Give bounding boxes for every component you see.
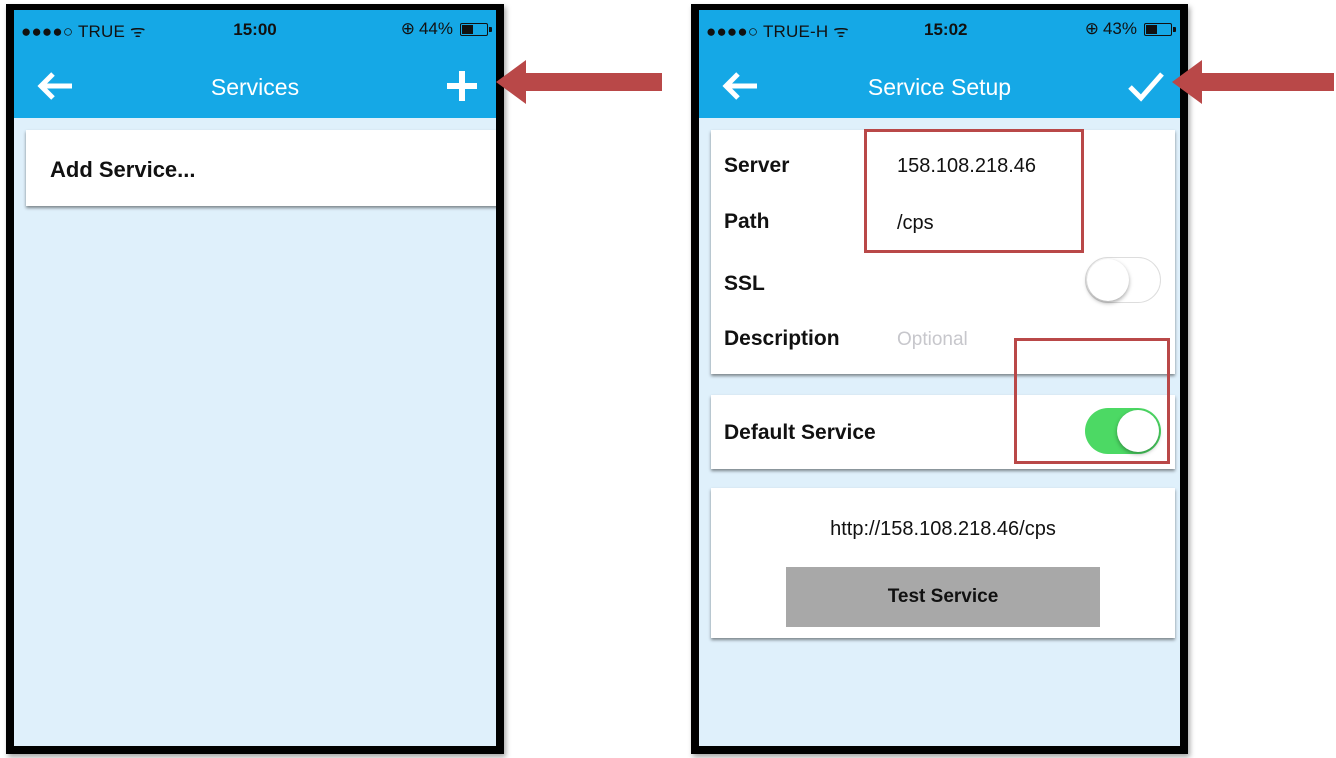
- toggle-knob: [1087, 259, 1129, 301]
- add-service-item[interactable]: Add Service...: [26, 130, 496, 206]
- server-label: Server: [724, 154, 790, 177]
- description-field[interactable]: Optional: [897, 329, 968, 351]
- checkmark-icon[interactable]: [1126, 68, 1166, 104]
- annotation-box-default-toggle: [1014, 338, 1170, 464]
- page-title: Service Setup: [867, 74, 1012, 100]
- add-service-label: Add Service...: [50, 157, 196, 182]
- annotation-arrow-plus: [496, 60, 662, 104]
- ssl-label: SSL: [724, 272, 765, 295]
- battery-status: ⊕ 43%: [1084, 19, 1176, 39]
- default-service-label: Default Service: [724, 421, 876, 444]
- battery-status: ⊕ 44%: [400, 19, 492, 39]
- test-service-button[interactable]: Test Service: [786, 567, 1100, 627]
- annotation-arrow-checkmark: [1172, 60, 1334, 104]
- service-url: http://158.108.218.46/cps: [830, 518, 1056, 540]
- plus-icon[interactable]: [442, 68, 482, 104]
- rotation-lock-icon: ⊕: [1084, 19, 1099, 38]
- nav-bar: Services: [14, 54, 496, 118]
- battery-icon: [1144, 22, 1176, 36]
- path-label: Path: [724, 210, 770, 233]
- battery-percent: 43%: [1102, 19, 1137, 38]
- screen: ●●●●○ TRUE ᯤ 15:00 ⊕ 44% Services Add Se…: [14, 10, 496, 746]
- status-bar: ●●●●○ TRUE-H ᯤ 15:02 ⊕ 43%: [699, 10, 1180, 54]
- page-title: Services: [210, 74, 300, 100]
- ssl-toggle[interactable]: [1085, 257, 1161, 303]
- rotation-lock-icon: ⊕: [400, 19, 415, 38]
- battery-percent: 44%: [418, 19, 453, 38]
- carrier-signal: ●●●●○ TRUE-H ᯤ: [706, 22, 850, 41]
- status-bar: ●●●●○ TRUE ᯤ 15:00 ⊕ 44%: [14, 10, 496, 54]
- url-preview-card: http://158.108.218.46/cps Test Service: [711, 488, 1175, 638]
- phone-services: ●●●●○ TRUE ᯤ 15:00 ⊕ 44% Services Add Se…: [6, 4, 504, 754]
- battery-icon: [460, 22, 492, 36]
- nav-bar: Service Setup: [699, 54, 1180, 118]
- description-label: Description: [724, 327, 840, 350]
- annotation-box-server-path: [864, 129, 1084, 253]
- status-time: 15:02: [924, 20, 968, 39]
